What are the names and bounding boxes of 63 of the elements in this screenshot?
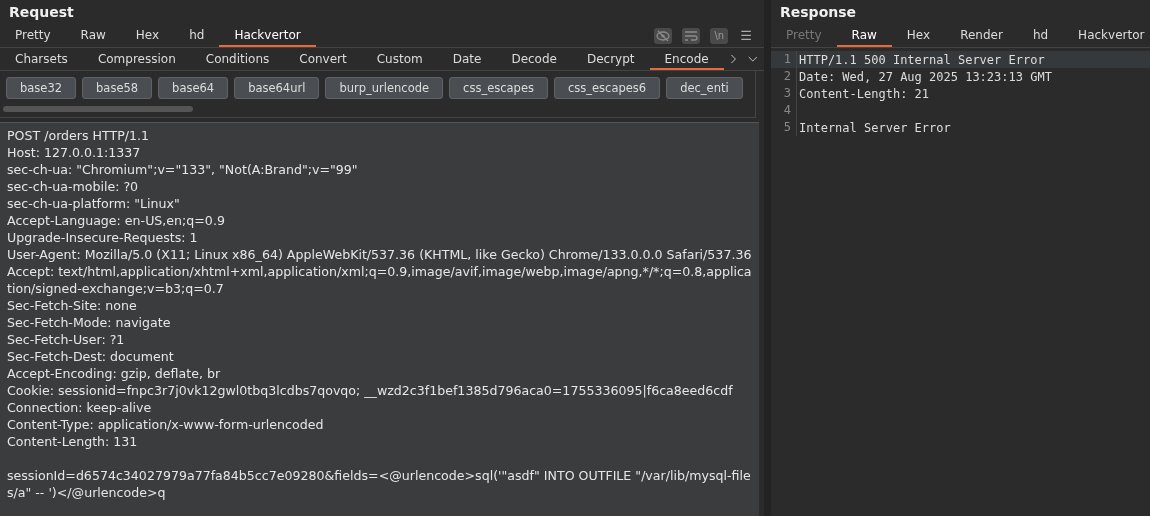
tab[interactable]: Render (945, 24, 1018, 47)
tab[interactable]: Raw (65, 24, 121, 47)
category-tab[interactable]: Convert (284, 48, 362, 70)
response-line: Internal Server Error (798, 120, 951, 135)
request-line: POST /orders HTTP/1.1 (7, 127, 151, 144)
request-line: Accept-Encoding: gzip, deflate, br (7, 365, 222, 382)
category-tab[interactable]: Decode (496, 48, 572, 70)
tag-button[interactable]: base64url (234, 77, 320, 99)
request-line: Cookie: sessionid=fnpc3r7j0vk12gwl0tbq3lcdbs7qovqo; __wzd2c3f1bef1385d796aca0=1755336095|f6ca8eed6cdf (7, 382, 734, 399)
category-tab[interactable]: Conditions (190, 48, 285, 70)
category-tab[interactable]: Compression (82, 48, 191, 70)
tag-button[interactable]: base58 (82, 77, 153, 99)
request-line: Upgrade-Insecure-Requests: 1 (7, 229, 199, 246)
tab[interactable]: Pretty (0, 24, 66, 47)
category-tab[interactable]: Charsets (0, 48, 83, 70)
response-line: Content-Length: 21 (798, 86, 930, 101)
wrap-icon[interactable] (682, 27, 701, 44)
line-number: 3 (771, 85, 797, 102)
line-number: 4 (771, 102, 797, 119)
request-line: Sec-Fetch-User: ?1 (7, 331, 126, 348)
category-tab[interactable]: Encode (649, 48, 724, 70)
category-tab[interactable]: Decrypt (571, 48, 650, 70)
line-number: 1 (771, 51, 797, 68)
tab[interactable]: Hex (891, 24, 946, 47)
request-line: Connection: keep-alive (7, 399, 153, 416)
panel-title: Request (8, 3, 75, 22)
request-line: sec-ch-ua-platform: "Linux" (7, 195, 181, 212)
request-line: Sec-Fetch-Site: none (7, 297, 138, 314)
request-line: sec-ch-ua-mobile: ?0 (7, 178, 140, 195)
request-line: Accept-Language: en-US,en;q=0.9 (7, 212, 226, 229)
request-line: sessionId=d6574c34027979a77fa84b5cc7e09280&fields=<@urlencode>sql('"asdf" INTO OUTFILE "/var/lib/mysql-files/a" -- ')</@urlencode>q (7, 467, 752, 501)
tag-button[interactable]: css_escapes6 (553, 77, 661, 99)
request-editor[interactable] (0, 122, 759, 516)
category-tab[interactable]: Custom (361, 48, 438, 70)
category-tab[interactable]: Date (437, 48, 497, 70)
line-number: 2 (771, 68, 797, 85)
tag-button[interactable]: css_escapes (449, 77, 548, 99)
tab[interactable]: hd (1017, 24, 1064, 47)
response-line: Date: Wed, 27 Aug 2025 13:23:13 GMT (798, 69, 1052, 84)
chevron-right-icon[interactable] (729, 52, 737, 66)
request-line: Host: 127.0.0.1:1337 (7, 144, 142, 161)
request-line: Accept: text/html,application/xhtml+xml,application/xml;q=0.9,image/avif,image/webp,image/apng,*/*;q=0.8,application/signed-exchange;v=b3;q=0.7 (7, 263, 752, 297)
hide-icon[interactable] (654, 27, 673, 44)
tab[interactable]: hd (174, 24, 220, 47)
request-line: Sec-Fetch-Mode: navigate (7, 314, 172, 331)
request-line: User-Agent: Mozilla/5.0 (X11; Linux x86_64) AppleWebKit/537.36 (KHTML, like Gecko) Chrome/133.0.0.0 Safari/537.36 (7, 246, 752, 263)
line-number: 5 (771, 119, 797, 136)
request-line: Content-Length: 131 (7, 433, 139, 450)
tab[interactable]: Hackvertor (1063, 24, 1150, 47)
tab[interactable]: Hackvertor (219, 24, 316, 47)
request-line: sec-ch-ua: "Chromium";v="133", "Not(A:Brand";v="99" (7, 161, 359, 178)
tag-button[interactable]: base64 (158, 77, 229, 99)
menu-button[interactable]: ☰ (738, 28, 754, 43)
request-line: Sec-Fetch-Dest: document (7, 348, 175, 365)
tab[interactable]: Raw (836, 24, 892, 47)
panel-title: Response (779, 3, 858, 22)
tab[interactable]: Hex (120, 24, 175, 47)
response-line: HTTP/1.1 500 Internal Server Error (798, 52, 1045, 67)
tag-button[interactable]: base32 (6, 77, 77, 99)
request-line: Content-Type: application/x-www-form-urlencoded (7, 416, 325, 433)
tag-button[interactable]: burp_urlencode (325, 77, 444, 99)
chevron-down-icon[interactable] (748, 54, 758, 64)
tag-button[interactable]: dec_enti (666, 77, 743, 99)
